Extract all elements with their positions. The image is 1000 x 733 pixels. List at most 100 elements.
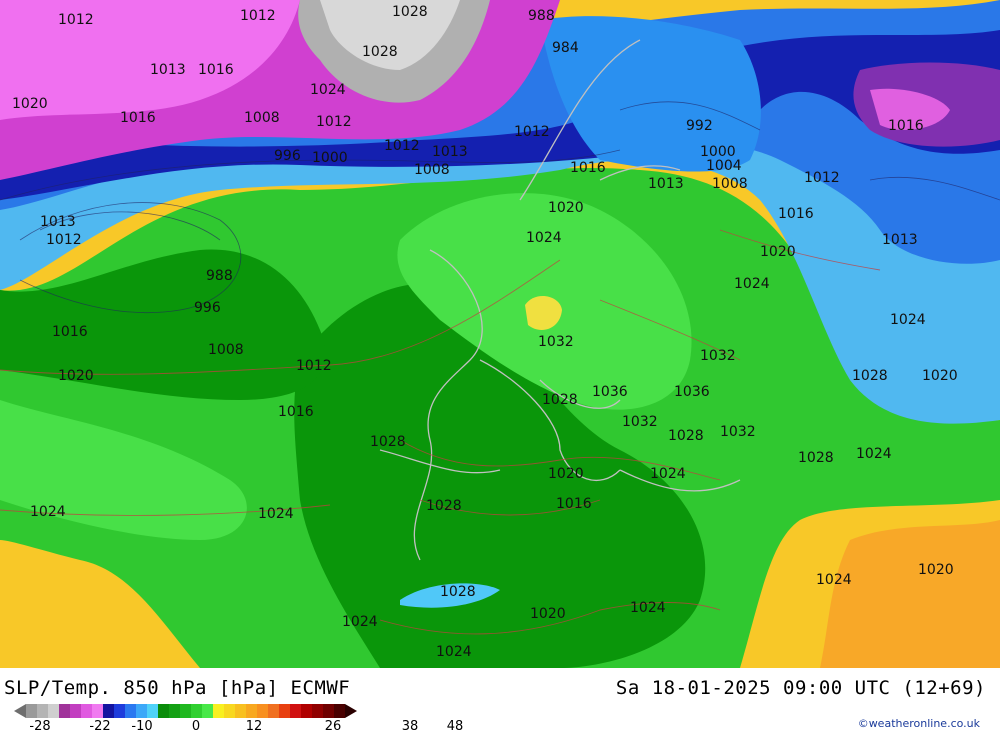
isobar-label: 1016 bbox=[198, 62, 234, 78]
isobar-label: 988 bbox=[528, 8, 555, 24]
legend-tick-label: -22 bbox=[89, 719, 111, 733]
isobar-label: 1032 bbox=[538, 334, 574, 350]
legend-swatch bbox=[70, 704, 81, 718]
forecast-datetime: Sa 18-01-2025 09:00 UTC (12+69) bbox=[615, 677, 986, 699]
legend-swatch bbox=[334, 704, 345, 718]
legend-swatch bbox=[114, 704, 125, 718]
legend-swatch bbox=[213, 704, 224, 718]
isobar-label: 1012 bbox=[804, 170, 840, 186]
legend-swatch bbox=[125, 704, 136, 718]
isobar-label: 1008 bbox=[208, 342, 244, 358]
isobar-label: 1024 bbox=[436, 644, 472, 660]
isobar-label: 1024 bbox=[650, 466, 686, 482]
isobar-label: 1028 bbox=[392, 4, 428, 20]
isobar-label: 1032 bbox=[700, 348, 736, 364]
legend-tick-label: 26 bbox=[324, 719, 342, 733]
legend-swatch bbox=[235, 704, 246, 718]
isobar-label: 1016 bbox=[778, 206, 814, 222]
legend-swatch bbox=[81, 704, 92, 718]
isobar-label: 1013 bbox=[648, 176, 684, 192]
isobar-label: 1020 bbox=[922, 368, 958, 384]
legend-swatch bbox=[103, 704, 114, 718]
isobar-label: 1028 bbox=[668, 428, 704, 444]
isobar-label: 1020 bbox=[12, 96, 48, 112]
isobar-label: 1008 bbox=[244, 110, 280, 126]
slp-temperature-map[interactable]: 1012 1012 1028 988 1028 984 1013 1016 10… bbox=[0, 0, 1000, 668]
isobar-label: 1024 bbox=[310, 82, 346, 98]
isobar-label: 1016 bbox=[278, 404, 314, 420]
isobar-label: 1016 bbox=[888, 118, 924, 134]
isobar-label: 1012 bbox=[240, 8, 276, 24]
isobar-label: 1028 bbox=[362, 44, 398, 60]
isobar-label: 1024 bbox=[630, 600, 666, 616]
isobar-label: 1024 bbox=[734, 276, 770, 292]
isobar-label: 1028 bbox=[798, 450, 834, 466]
legend-swatch bbox=[323, 704, 334, 718]
isobar-label: 1036 bbox=[674, 384, 710, 400]
isobar-label: 1013 bbox=[432, 144, 468, 160]
isobar-label: 996 bbox=[274, 148, 301, 164]
legend-swatch bbox=[92, 704, 103, 718]
legend-swatch bbox=[26, 704, 37, 718]
isobar-label: 1024 bbox=[526, 230, 562, 246]
isobar-label: 1020 bbox=[760, 244, 796, 260]
legend-swatch bbox=[180, 704, 191, 718]
isobar-label: 1016 bbox=[570, 160, 606, 176]
isobar-label: 1028 bbox=[852, 368, 888, 384]
legend-swatch bbox=[48, 704, 59, 718]
isobar-label: 1012 bbox=[384, 138, 420, 154]
isobar-label: 1024 bbox=[816, 572, 852, 588]
isobar-label: 1008 bbox=[414, 162, 450, 178]
legend-swatch bbox=[158, 704, 169, 718]
legend-swatch bbox=[279, 704, 290, 718]
isobar-label: 984 bbox=[552, 40, 579, 56]
isobar-label: 1013 bbox=[150, 62, 186, 78]
isobar-label: 992 bbox=[686, 118, 713, 134]
isobar-label: 1008 bbox=[712, 176, 748, 192]
credit-link[interactable]: ©weatheronline.co.uk bbox=[858, 717, 980, 730]
isobar-label: 1024 bbox=[30, 504, 66, 520]
isobar-label: 1016 bbox=[52, 324, 88, 340]
temperature-color-legend bbox=[26, 704, 345, 718]
legend-tick-label: -28 bbox=[29, 719, 51, 733]
isobar-label: 1024 bbox=[342, 614, 378, 630]
legend-swatch bbox=[224, 704, 235, 718]
isobar-label: 1036 bbox=[592, 384, 628, 400]
isobar-label: 1000 bbox=[312, 150, 348, 166]
isobar-label: 1013 bbox=[882, 232, 918, 248]
legend-swatch bbox=[257, 704, 268, 718]
isobar-label: 1028 bbox=[370, 434, 406, 450]
legend-swatch bbox=[59, 704, 70, 718]
chart-title: SLP/Temp. 850 hPa [hPa] ECMWF bbox=[4, 677, 351, 699]
legend-swatch bbox=[312, 704, 323, 718]
isobar-label: 1004 bbox=[706, 158, 742, 174]
isobar-label: 1012 bbox=[296, 358, 332, 374]
legend-swatch bbox=[301, 704, 312, 718]
weather-map-page: { "title": "SLP/Temp. 850 hPa [hPa] ECMW… bbox=[0, 0, 1000, 733]
legend-swatch bbox=[136, 704, 147, 718]
legend-arrow-left bbox=[14, 704, 26, 718]
legend-swatch bbox=[246, 704, 257, 718]
legend-swatch bbox=[202, 704, 213, 718]
isobar-label: 1024 bbox=[258, 506, 294, 522]
isobar-label: 1020 bbox=[548, 200, 584, 216]
legend-tick-label: 48 bbox=[446, 719, 464, 733]
isobar-label: 1024 bbox=[856, 446, 892, 462]
isobar-label: 1020 bbox=[58, 368, 94, 384]
isobar-label: 1032 bbox=[720, 424, 756, 440]
isobar-label: 1020 bbox=[530, 606, 566, 622]
legend-swatch bbox=[37, 704, 48, 718]
legend-swatch bbox=[268, 704, 279, 718]
isobar-label: 1016 bbox=[556, 496, 592, 512]
isobar-label: 1012 bbox=[58, 12, 94, 28]
legend-tick-label: 0 bbox=[191, 719, 201, 733]
isobar-label: 1024 bbox=[890, 312, 926, 328]
legend-arrow-right bbox=[345, 704, 357, 718]
isobar-label: 1028 bbox=[542, 392, 578, 408]
isobar-label: 1012 bbox=[316, 114, 352, 130]
isobar-label: 1013 bbox=[40, 214, 76, 230]
isobar-label: 1032 bbox=[622, 414, 658, 430]
legend-swatch bbox=[147, 704, 158, 718]
isobar-label: 1020 bbox=[918, 562, 954, 578]
legend-swatch bbox=[290, 704, 301, 718]
